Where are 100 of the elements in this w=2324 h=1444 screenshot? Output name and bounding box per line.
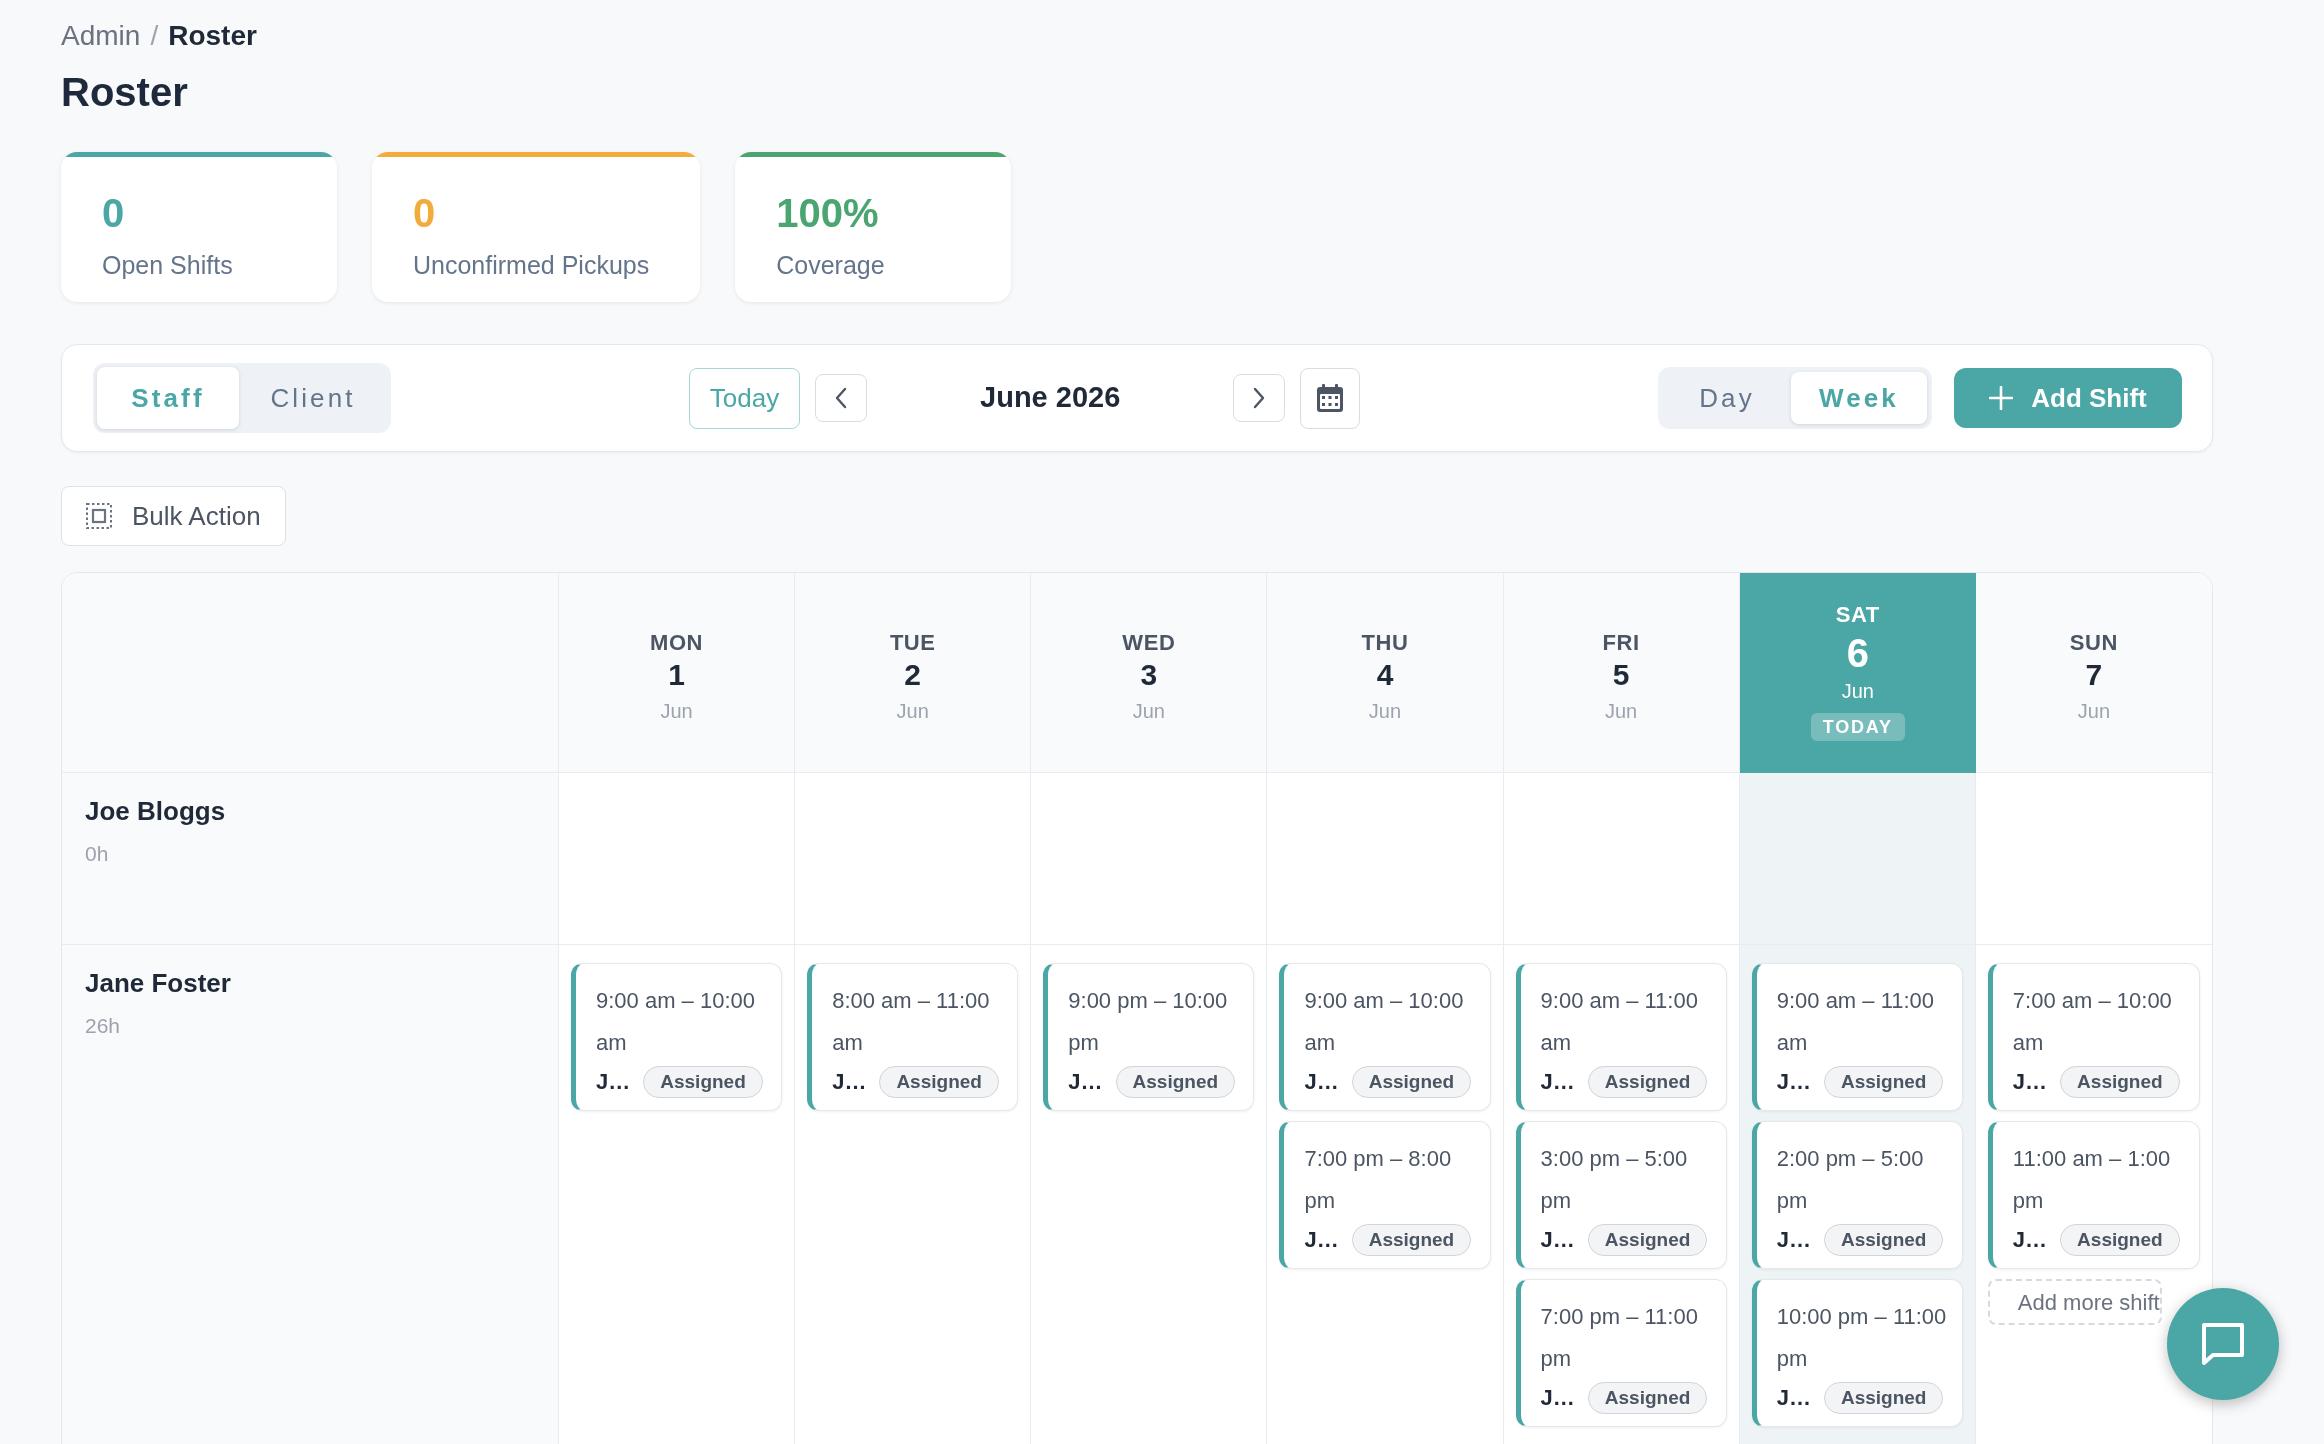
month-label: Jun bbox=[1368, 699, 1402, 723]
breadcrumb-link[interactable]: Admin bbox=[61, 20, 141, 52]
stat-label: Open Shifts bbox=[102, 251, 233, 279]
chevron-right-icon bbox=[1252, 387, 1267, 409]
date-number: 6 bbox=[1846, 631, 1869, 675]
shift-time: 9:00 am – 11:00 am bbox=[1540, 987, 1699, 1057]
weekday-label: MON bbox=[650, 631, 704, 655]
calendar-button[interactable] bbox=[1300, 367, 1361, 429]
status-pill: Assigned bbox=[2060, 1066, 2180, 1098]
range-tab[interactable]: Day bbox=[1663, 372, 1791, 424]
weekday-label: THU bbox=[1361, 631, 1409, 655]
shift-card[interactable]: 11:00 am – 1:00 pm J… Assigned bbox=[1987, 1121, 2200, 1269]
shift-card[interactable]: 8:00 am – 11:00 am J… Assigned bbox=[807, 963, 1019, 1111]
assignee-name: J… bbox=[1540, 1068, 1575, 1096]
status-pill: Assigned bbox=[1351, 1224, 1472, 1256]
shift-card[interactable]: 7:00 pm – 8:00 pm J… Assigned bbox=[1279, 1121, 1491, 1269]
add-more-button[interactable]: Add more shift bbox=[1987, 1279, 2162, 1325]
status-pill: Assigned bbox=[1823, 1382, 1944, 1414]
page-title: Roster bbox=[61, 72, 188, 112]
status-pill: Assigned bbox=[1587, 1066, 1708, 1098]
staff-name: Joe Bloggs bbox=[85, 795, 226, 827]
date-number: 4 bbox=[1376, 659, 1394, 691]
assignee-name: J… bbox=[1540, 1226, 1575, 1254]
weekday-label: SUN bbox=[2069, 631, 2118, 655]
shift-card[interactable]: 9:00 am – 10:00 am J… Assigned bbox=[1279, 963, 1491, 1111]
assignee-name: J… bbox=[1304, 1068, 1339, 1096]
assignee-name: J… bbox=[1068, 1068, 1103, 1096]
shift-card[interactable]: 9:00 pm – 10:00 pm J… Assigned bbox=[1043, 963, 1255, 1111]
date-number: 5 bbox=[1612, 659, 1630, 691]
status-pill: Assigned bbox=[1115, 1066, 1236, 1098]
status-pill: Assigned bbox=[1351, 1066, 1472, 1098]
shift-card[interactable]: 2:00 pm – 5:00 pm J… Assigned bbox=[1751, 1121, 1963, 1269]
assignee-name: J… bbox=[2012, 1226, 2048, 1254]
shift-time: 9:00 am – 10:00 am bbox=[1304, 987, 1465, 1057]
shift-card[interactable]: 7:00 pm – 11:00 pm J… Assigned bbox=[1515, 1279, 1727, 1427]
shift-card[interactable]: 7:00 am – 10:00 am J… Assigned bbox=[1987, 963, 2200, 1111]
shift-time: 11:00 am – 1:00 pm bbox=[2012, 1145, 2172, 1215]
period-label: June 2026 bbox=[979, 380, 1122, 416]
status-pill: Assigned bbox=[1823, 1224, 1944, 1256]
bulk-action-button[interactable]: Bulk Action bbox=[61, 486, 286, 546]
stat-label: Unconfirmed Pickups bbox=[413, 251, 650, 279]
staff-name: Jane Foster bbox=[85, 967, 231, 999]
shift-time: 2:00 pm – 5:00 pm bbox=[1776, 1145, 1925, 1215]
month-label: Jun bbox=[896, 699, 929, 723]
weekday-label: SAT bbox=[1835, 603, 1880, 627]
chat-icon bbox=[2201, 1322, 2245, 1366]
selection-icon bbox=[86, 503, 112, 529]
date-number: 7 bbox=[2085, 659, 2103, 691]
plus-icon bbox=[1989, 386, 2014, 410]
assignee-name: J… bbox=[832, 1068, 867, 1096]
status-pill: Assigned bbox=[643, 1066, 763, 1098]
date-number: 1 bbox=[668, 659, 685, 691]
status-pill: Assigned bbox=[1587, 1382, 1708, 1414]
previous-button[interactable] bbox=[815, 374, 868, 422]
assignee-name: J… bbox=[2012, 1068, 2048, 1096]
status-pill: Assigned bbox=[1587, 1224, 1708, 1256]
month-label: Jun bbox=[1605, 699, 1638, 723]
date-number: 3 bbox=[1140, 659, 1158, 691]
weekday-label: FRI bbox=[1602, 631, 1640, 655]
shift-time: 7:00 am – 10:00 am bbox=[2012, 987, 2173, 1057]
shift-card[interactable]: 3:00 pm – 5:00 pm J… Assigned bbox=[1515, 1121, 1727, 1269]
month-label: Jun bbox=[660, 699, 693, 723]
staff-hours: 26h bbox=[85, 1013, 121, 1039]
assignee-name: J… bbox=[1776, 1226, 1811, 1254]
stat-value: 0 bbox=[102, 193, 125, 233]
stat-value: 0 bbox=[413, 193, 436, 233]
month-label: Jun bbox=[1132, 699, 1165, 723]
chat-button[interactable] bbox=[2167, 1288, 2279, 1400]
view-tab[interactable]: Client bbox=[239, 367, 387, 429]
shift-time: 9:00 am – 11:00 am bbox=[1776, 987, 1936, 1057]
shift-time: 7:00 pm – 8:00 pm bbox=[1304, 1145, 1453, 1215]
breadcrumb-separator: / bbox=[150, 20, 159, 52]
status-pill: Assigned bbox=[2060, 1224, 2180, 1256]
shift-time: 3:00 pm – 5:00 pm bbox=[1540, 1145, 1689, 1215]
shift-card[interactable]: 9:00 am – 11:00 am J… Assigned bbox=[1515, 963, 1727, 1111]
month-label: Jun bbox=[2077, 699, 2111, 723]
assignee-name: J… bbox=[1540, 1384, 1575, 1412]
shift-card[interactable]: 10:00 pm – 11:00 pm J… Assigned bbox=[1751, 1279, 1963, 1427]
stat-value: 100% bbox=[776, 193, 879, 233]
breadcrumb-current: Roster bbox=[168, 20, 257, 52]
weekday-label: TUE bbox=[889, 631, 936, 655]
assignee-name: J… bbox=[1776, 1384, 1811, 1412]
assignee-name: J… bbox=[1304, 1226, 1339, 1254]
shift-time: 10:00 pm – 11:00 pm bbox=[1776, 1303, 1948, 1373]
status-pill: Assigned bbox=[879, 1066, 999, 1098]
today-badge: TODAY bbox=[1810, 713, 1905, 741]
staff-hours: 0h bbox=[85, 841, 109, 867]
assignee-name: J… bbox=[596, 1068, 631, 1096]
calendar-icon bbox=[1317, 384, 1344, 412]
date-number: 2 bbox=[904, 659, 922, 691]
shift-time: 8:00 am – 11:00 am bbox=[832, 987, 991, 1057]
month-label: Jun bbox=[1841, 679, 1874, 703]
next-button[interactable] bbox=[1233, 374, 1286, 422]
status-pill: Assigned bbox=[1823, 1066, 1944, 1098]
shift-card[interactable]: 9:00 am – 11:00 am J… Assigned bbox=[1751, 963, 1963, 1111]
weekday-label: WED bbox=[1122, 631, 1176, 655]
chevron-left-icon bbox=[834, 387, 849, 409]
shift-time: 7:00 pm – 11:00 pm bbox=[1540, 1303, 1699, 1373]
shift-card[interactable]: 9:00 am – 10:00 am J… Assigned bbox=[571, 963, 783, 1111]
shift-time: 9:00 pm – 10:00 pm bbox=[1068, 987, 1229, 1057]
